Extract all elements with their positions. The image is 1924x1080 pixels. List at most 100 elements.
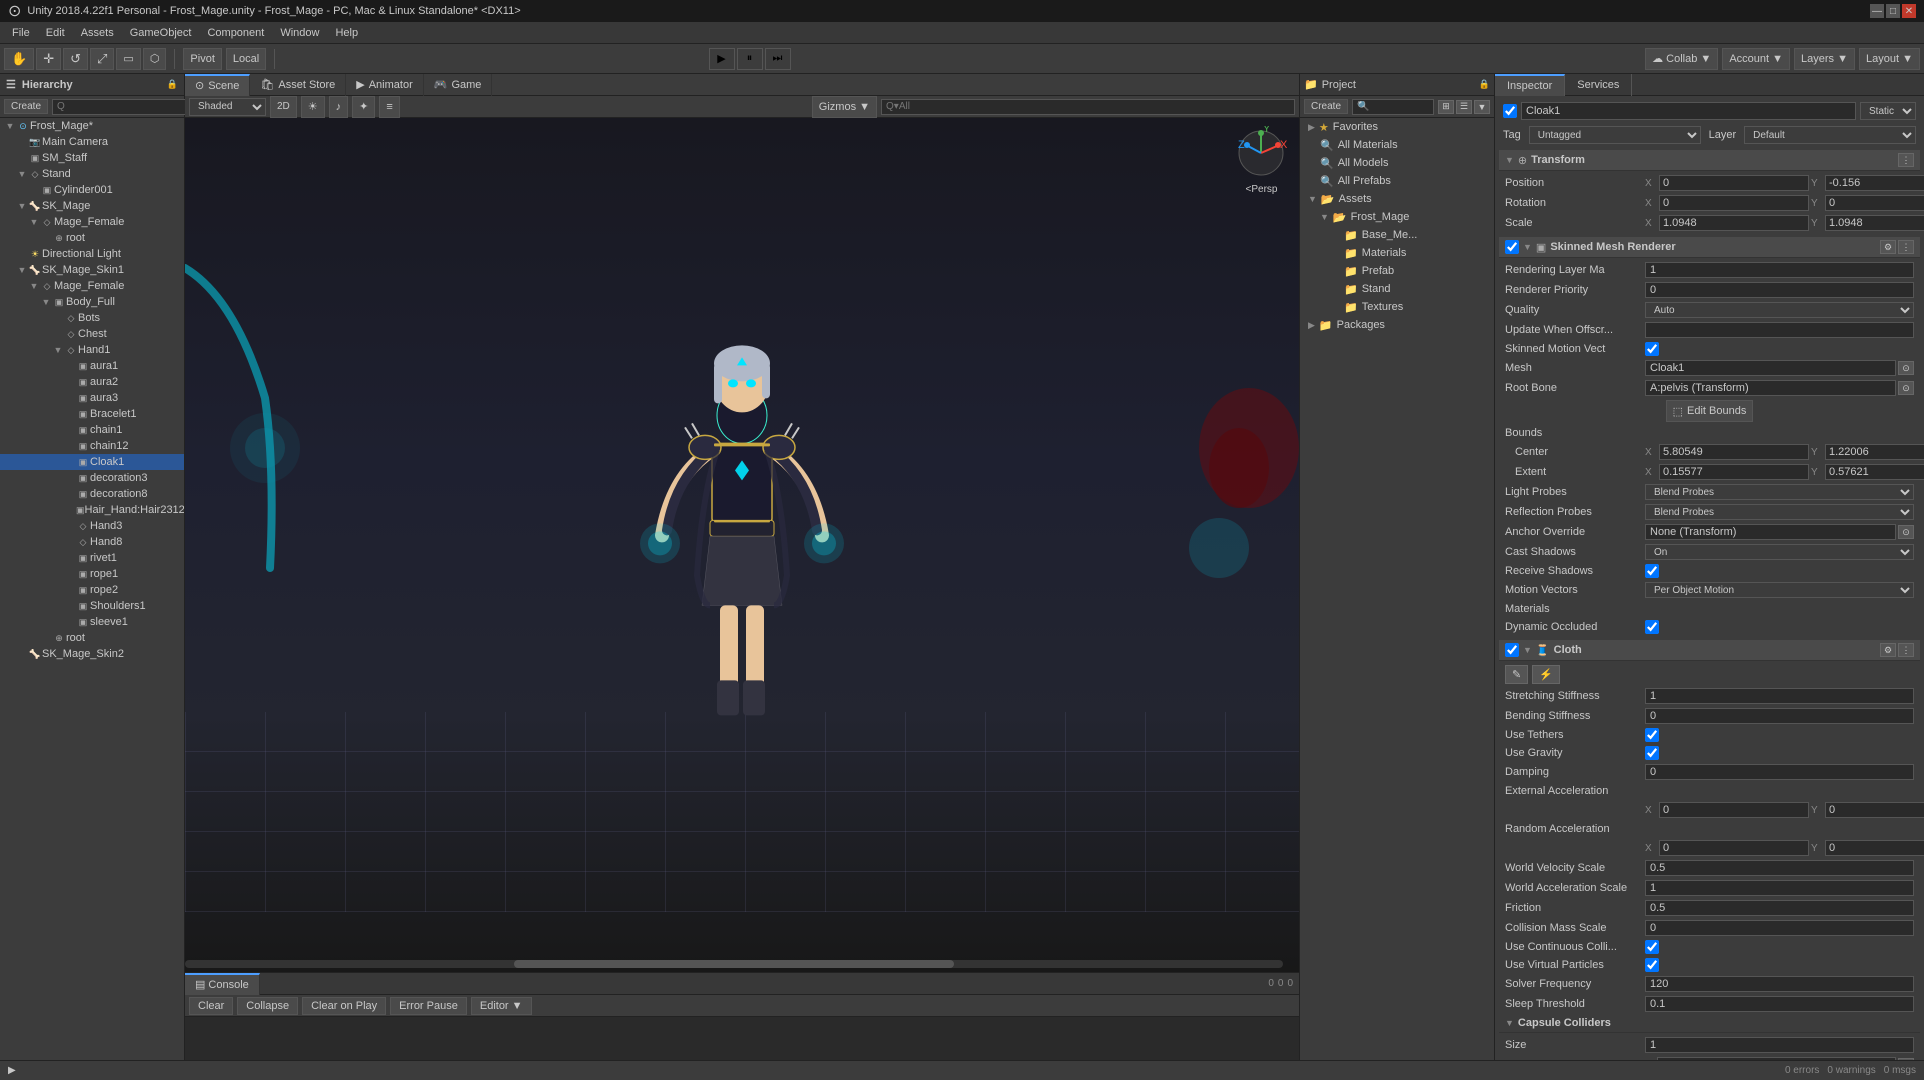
tree-item-rope1[interactable]: ▣ rope1 xyxy=(0,566,184,582)
tree-item-sk-mage[interactable]: ▼ 🦴 SK_Mage xyxy=(0,198,184,214)
textures-item[interactable]: 📁 Textures xyxy=(1300,298,1494,316)
tree-item-sleeve1[interactable]: ▣ sleeve1 xyxy=(0,614,184,630)
mesh-field[interactable] xyxy=(1645,360,1896,376)
tab-asset-store[interactable]: 🛍 Asset Store xyxy=(250,74,346,96)
expand-arrow-hand1[interactable]: ▼ xyxy=(52,344,64,356)
stand-asset-item[interactable]: 📁 Stand xyxy=(1300,280,1494,298)
edit-bounds-button[interactable]: ⬚ Edit Bounds xyxy=(1666,400,1754,422)
mesh-pick-btn[interactable]: ⊙ xyxy=(1898,361,1914,375)
project-view-btn-3[interactable]: ▼ xyxy=(1474,100,1490,114)
root-bone-pick-btn[interactable]: ⊙ xyxy=(1898,381,1914,395)
world-accel-field[interactable] xyxy=(1645,880,1914,896)
editor-button[interactable]: Editor ▼ xyxy=(471,997,532,1015)
bending-field[interactable] xyxy=(1645,708,1914,724)
tree-item-hand8[interactable]: ◇ Hand8 xyxy=(0,534,184,550)
all-models-item[interactable]: 🔍 All Models xyxy=(1300,154,1494,172)
hierarchy-create-button[interactable]: Create xyxy=(4,99,48,114)
scene-scrollbar[interactable] xyxy=(185,960,1283,968)
static-dropdown[interactable]: Static xyxy=(1860,102,1916,120)
tree-item-aura3[interactable]: ▣ aura3 xyxy=(0,390,184,406)
close-button[interactable]: ✕ xyxy=(1902,4,1916,18)
expand-arrow-root1[interactable]: ▶ xyxy=(40,232,52,244)
expand-arrow-mf1[interactable]: ▼ xyxy=(28,216,40,228)
expand-arrow-sm-staff[interactable]: ▶ xyxy=(16,152,28,164)
error-pause-button[interactable]: Error Pause xyxy=(390,997,467,1015)
collapse-button[interactable]: Collapse xyxy=(237,997,298,1015)
expand-arrow-skin2[interactable]: ▶ xyxy=(16,648,28,660)
tree-item-stand[interactable]: ▼ ◇ Stand xyxy=(0,166,184,182)
tree-item-rivet1[interactable]: ▣ rivet1 xyxy=(0,550,184,566)
tab-services[interactable]: Services xyxy=(1565,74,1632,96)
menu-edit[interactable]: Edit xyxy=(38,25,73,41)
tree-item-cylinder001[interactable]: ▶ ▣ Cylinder001 xyxy=(0,182,184,198)
quality-dropdown[interactable]: Auto xyxy=(1645,302,1914,318)
tag-dropdown[interactable]: Untagged xyxy=(1529,126,1701,144)
collab-button[interactable]: ☁ Collab ▼ xyxy=(1645,48,1718,70)
tree-item-body-full[interactable]: ▼ ▣ Body_Full xyxy=(0,294,184,310)
tree-item-bots[interactable]: ▶ ◇ Bots xyxy=(0,310,184,326)
tree-item-main-camera[interactable]: ▶ 📷 Main Camera xyxy=(0,134,184,150)
motion-vectors-dropdown[interactable]: Per Object Motion xyxy=(1645,582,1914,598)
receive-shadows-checkbox[interactable] xyxy=(1645,564,1659,578)
cast-shadows-dropdown[interactable]: On Off Two Sided xyxy=(1645,544,1914,560)
tree-item-decoration8[interactable]: ▣ decoration8 xyxy=(0,486,184,502)
tree-item-aura2[interactable]: ▣ aura2 xyxy=(0,374,184,390)
layers-button[interactable]: Layers ▼ xyxy=(1794,48,1855,70)
frost-mage-asset[interactable]: ▼ 📂 Frost_Mage xyxy=(1300,208,1494,226)
ea-x-field[interactable] xyxy=(1659,802,1809,818)
expand-arrow-dir-light[interactable]: ▶ xyxy=(16,248,28,260)
use-cont-collision-checkbox[interactable] xyxy=(1645,940,1659,954)
bc-x-field[interactable] xyxy=(1659,444,1809,460)
persp-label[interactable]: <Persp xyxy=(1234,184,1289,195)
expand-arrow-bots[interactable]: ▶ xyxy=(52,312,64,324)
pause-button[interactable]: ⏸ xyxy=(737,48,763,70)
use-tethers-checkbox[interactable] xyxy=(1645,728,1659,742)
tree-item-hair-hand[interactable]: ▣ Hair_Hand:Hair23124 xyxy=(0,502,184,518)
menu-component[interactable]: Component xyxy=(199,25,272,41)
expand-arrow-stand[interactable]: ▼ xyxy=(16,168,28,180)
tab-scene[interactable]: ⊙ Scene xyxy=(185,74,250,96)
rot-x-field[interactable] xyxy=(1659,195,1809,211)
materials-item[interactable]: 📁 Materials xyxy=(1300,244,1494,262)
pos-y-field[interactable] xyxy=(1825,175,1924,191)
cloth-section-header[interactable]: ▼ 🧵 Cloth ⚙ ⋮ xyxy=(1499,640,1920,661)
be-y-field[interactable] xyxy=(1825,464,1924,480)
root-bone-field[interactable] xyxy=(1645,380,1896,396)
anchor-override-field[interactable] xyxy=(1645,524,1896,540)
layer-dropdown[interactable]: Default xyxy=(1744,126,1916,144)
dynamic-occluded-checkbox[interactable] xyxy=(1645,620,1659,634)
menu-file[interactable]: File xyxy=(4,25,38,41)
tree-item-hand1[interactable]: ▼ ◇ Hand1 xyxy=(0,342,184,358)
gizmos-button[interactable]: Gizmos ▼ xyxy=(812,96,877,118)
ra-x-field[interactable] xyxy=(1659,840,1809,856)
all-materials-item[interactable]: 🔍 All Materials xyxy=(1300,136,1494,154)
smr-context-btn[interactable]: ⋮ xyxy=(1898,240,1914,254)
menu-help[interactable]: Help xyxy=(327,25,366,41)
tree-item-cloak1[interactable]: ▣ Cloak1 xyxy=(0,454,184,470)
damping-field[interactable] xyxy=(1645,764,1914,780)
cloth-collision-btn[interactable]: ⚡ xyxy=(1532,665,1560,684)
menu-assets[interactable]: Assets xyxy=(73,25,122,41)
transform-context-btn[interactable]: ⋮ xyxy=(1898,153,1914,167)
transform-tool[interactable]: ⬡ xyxy=(143,48,167,70)
smr-section-header[interactable]: ▼ ▣ Skinned Mesh Renderer ⚙ ⋮ xyxy=(1499,237,1920,258)
friction-field[interactable] xyxy=(1645,900,1914,916)
scene-audio-button[interactable]: ♪ xyxy=(329,96,349,118)
skinned-motion-checkbox[interactable] xyxy=(1645,342,1659,356)
shading-dropdown[interactable]: Shaded Wireframe xyxy=(189,98,266,116)
assets-header[interactable]: ▼ 📂 Assets xyxy=(1300,190,1494,208)
menu-window[interactable]: Window xyxy=(272,25,327,41)
tree-item-mage-female-1[interactable]: ▼ ◇ Mage_Female xyxy=(0,214,184,230)
2d-button[interactable]: 2D xyxy=(270,96,297,118)
cloth-edit-constraints-btn[interactable]: ✎ xyxy=(1505,665,1528,684)
object-active-checkbox[interactable] xyxy=(1503,104,1517,118)
maximize-button[interactable]: □ xyxy=(1886,4,1900,18)
scene-lighting-button[interactable]: ☀ xyxy=(301,96,325,118)
tree-item-chain12[interactable]: ▣ chain12 xyxy=(0,438,184,454)
rotate-tool[interactable]: ↺ xyxy=(63,48,88,70)
tree-item-chain1[interactable]: ▣ chain1 xyxy=(0,422,184,438)
use-gravity-checkbox[interactable] xyxy=(1645,746,1659,760)
anchor-override-pick-btn[interactable]: ⊙ xyxy=(1898,525,1914,539)
minimize-button[interactable]: — xyxy=(1870,4,1884,18)
scrollbar-thumb[interactable] xyxy=(514,960,953,968)
